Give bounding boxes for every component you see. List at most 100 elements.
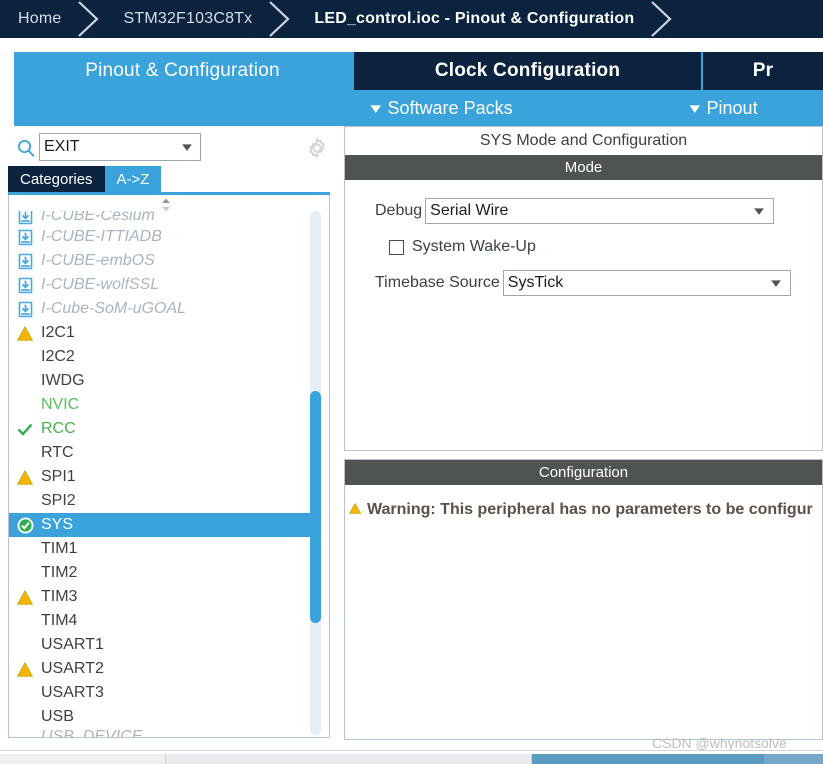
timebase-field-row: Timebase Source SysTick ▾ — [375, 270, 822, 296]
peripheral-list-item[interactable]: IWDG — [9, 369, 312, 393]
peripheral-list-item-label: I-Cube-SoM-uGOAL — [41, 300, 186, 317]
peripheral-list-item-label: SYS — [41, 516, 74, 533]
breadcrumb-chevron-icon — [644, 0, 678, 38]
no-icon — [15, 396, 35, 414]
chevron-down-icon: ▾ — [370, 99, 382, 117]
taskbar-segment-active[interactable] — [532, 754, 764, 764]
peripheral-list-item-label: I-CUBE-Cesium — [41, 211, 155, 224]
breadcrumb-item-mcu[interactable]: STM32F103C8Tx — [105, 10, 262, 28]
timebase-select-value: SysTick — [507, 274, 564, 291]
peripheral-list-item[interactable]: USART1 — [9, 633, 312, 657]
peripheral-list-item[interactable]: USB_DEVICE — [9, 729, 312, 738]
peripheral-list-item-label: I2C2 — [41, 348, 75, 365]
warning-icon — [15, 588, 35, 606]
peripheral-list-item[interactable]: I2C1 — [9, 321, 312, 345]
debug-label: Debug — [375, 202, 423, 219]
download-icon — [15, 211, 35, 225]
peripheral-list-item[interactable]: USB — [9, 705, 312, 729]
sub-tab-bar: ▾ Software Packs ▾ Pinout — [14, 90, 823, 126]
peripheral-list-item-label: USB_DEVICE — [41, 729, 143, 738]
taskbar-segment[interactable] — [0, 754, 166, 764]
list-scrollbar-thumb[interactable] — [310, 391, 321, 623]
tab-a-to-z[interactable]: A->Z — [104, 166, 162, 192]
peripheral-list-item[interactable]: RTC — [9, 441, 312, 465]
peripheral-list-item-label: USART1 — [41, 636, 104, 653]
peripheral-list-item[interactable]: SPI2 — [9, 489, 312, 513]
subtab-pinout[interactable]: ▾ Pinout — [689, 97, 758, 119]
download-icon — [15, 228, 35, 246]
peripheral-list-item[interactable]: SPI1 — [9, 465, 312, 489]
peripheral-list-item-label: I-CUBE-embOS — [41, 252, 155, 269]
no-icon — [15, 540, 35, 558]
tab-clock-configuration[interactable]: Clock Configuration — [351, 52, 703, 90]
peripheral-list-item-label: NVIC — [41, 396, 80, 413]
no-icon — [15, 564, 35, 582]
peripheral-list-item-label: SPI1 — [41, 468, 76, 485]
download-icon — [15, 300, 35, 318]
chevron-down-icon[interactable]: ▾ — [168, 134, 207, 160]
chevron-down-icon: ▾ — [689, 99, 701, 117]
configuration-section-header: Configuration — [345, 460, 822, 485]
no-icon — [15, 372, 35, 390]
peripheral-list-item-label: RTC — [41, 444, 74, 461]
warning-icon — [15, 468, 35, 486]
no-icon — [15, 636, 35, 654]
peripheral-list-item[interactable]: RCC — [9, 417, 312, 441]
sys-mode-panel: SYS Mode and Configuration Mode Debug Se… — [344, 126, 823, 451]
configuration-area: SYS Mode and Configuration Mode Debug Se… — [340, 126, 823, 746]
search-input-value: EXIT — [44, 138, 80, 155]
mode-form: Debug Serial Wire ▾ System Wake-Up Timeb… — [345, 180, 822, 296]
subtab-software-packs[interactable]: ▾ Software Packs — [370, 98, 512, 119]
timebase-select[interactable]: SysTick ▾ — [502, 270, 791, 296]
tab-project-manager[interactable]: Pr — [703, 52, 823, 90]
warning-icon — [15, 324, 35, 342]
peripheral-list-item[interactable]: NVIC — [9, 393, 312, 417]
subtab-pinout-label: Pinout — [706, 97, 758, 118]
peripheral-list-item[interactable]: TIM4 — [9, 609, 312, 633]
taskbar-segment-active[interactable] — [764, 754, 823, 764]
peripheral-list-item[interactable]: TIM2 — [9, 561, 312, 585]
gear-icon[interactable] — [305, 136, 329, 160]
peripheral-list-item[interactable]: I-Cube-SoM-uGOAL — [9, 297, 312, 321]
peripheral-list-item[interactable]: I-CUBE-Cesium — [9, 211, 312, 225]
taskbar-segment[interactable] — [166, 754, 532, 764]
timebase-label: Timebase Source — [375, 274, 500, 291]
no-icon — [15, 708, 35, 726]
peripheral-list-item[interactable]: TIM3 — [9, 585, 312, 609]
peripheral-list-item[interactable]: SYS — [9, 513, 312, 537]
tab-categories[interactable]: Categories — [8, 166, 105, 192]
peripheral-list-item[interactable]: I-CUBE-wolfSSL — [9, 273, 312, 297]
peripheral-list-item[interactable]: TIM1 — [9, 537, 312, 561]
mode-section-header: Mode — [345, 155, 822, 180]
breadcrumb-item-project[interactable]: LED_control.ioc - Pinout & Configuration — [296, 10, 644, 28]
download-icon — [15, 252, 35, 270]
no-icon — [15, 492, 35, 510]
chevron-down-icon[interactable]: ▾ — [738, 203, 780, 219]
search-input[interactable]: EXIT ▾ — [39, 133, 201, 161]
breadcrumb-item-home[interactable]: Home — [0, 10, 71, 28]
peripheral-sidebar: EXIT ▾ Categories A->Z I-CUBE-Cesium I-C… — [0, 126, 340, 746]
system-wakeup-checkbox[interactable] — [389, 239, 404, 255]
peripheral-list-items: I-CUBE-Cesium I-CUBE-ITTIADB I-CUBE-embOS I… — [9, 211, 312, 738]
check-icon — [15, 420, 35, 438]
peripheral-list-item-label: I2C1 — [41, 324, 75, 341]
tab-pinout-configuration[interactable]: Pinout & Configuration — [14, 52, 351, 90]
peripheral-list[interactable]: I-CUBE-Cesium I-CUBE-ITTIADB I-CUBE-embOS I… — [8, 195, 330, 738]
no-icon — [15, 348, 35, 366]
peripheral-list-item[interactable]: USART3 — [9, 681, 312, 705]
window-bottom-divider — [0, 750, 823, 751]
peripheral-list-item[interactable]: USART2 — [9, 657, 312, 681]
debug-select-value: Serial Wire — [430, 202, 509, 219]
main-tab-bar: Pinout & Configuration Clock Configurati… — [14, 52, 823, 90]
peripheral-list-item[interactable]: I2C2 — [9, 345, 312, 369]
peripheral-list-item-label: RCC — [41, 420, 76, 437]
configuration-warning: Warning: This peripheral has no paramete… — [345, 485, 822, 519]
system-wakeup-row[interactable]: System Wake-Up — [389, 238, 822, 256]
peripheral-list-item[interactable]: I-CUBE-embOS — [9, 249, 312, 273]
debug-select[interactable]: Serial Wire ▾ — [425, 198, 775, 224]
peripheral-list-item[interactable]: I-CUBE-ITTIADB — [9, 225, 312, 249]
watermark: CSDN @whynotsolve — [652, 735, 787, 751]
peripheral-list-item-label: USB — [41, 708, 74, 725]
chevron-down-icon[interactable]: ▾ — [755, 275, 797, 291]
sys-panel-title: SYS Mode and Configuration — [345, 127, 822, 155]
